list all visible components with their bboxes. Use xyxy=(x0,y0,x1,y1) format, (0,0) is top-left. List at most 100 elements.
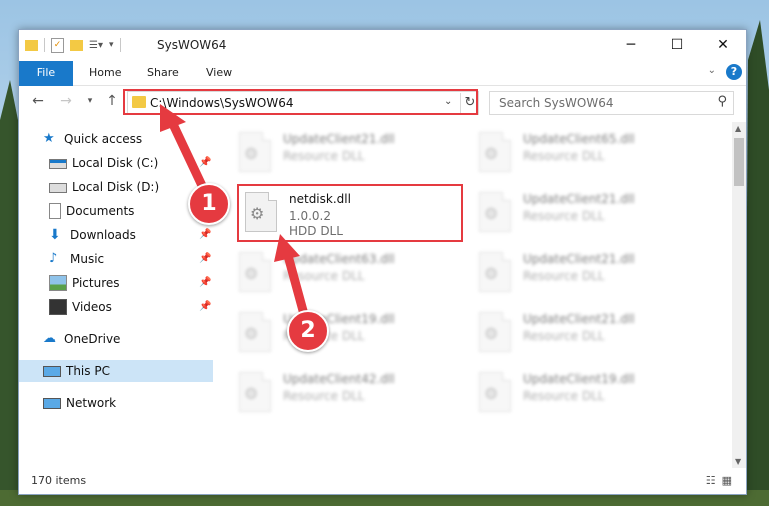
maximize-button[interactable]: ☐ xyxy=(654,30,700,60)
file-description: Resource DLL xyxy=(523,389,605,403)
sidebar-item-this-pc[interactable]: This PC xyxy=(19,360,213,382)
star-icon: ★ xyxy=(43,131,55,146)
file-name: UpdateClient21.dll xyxy=(523,252,635,266)
tab-home[interactable]: Home xyxy=(89,61,121,85)
vertical-scrollbar[interactable]: ▲ ▼ xyxy=(732,122,746,468)
gear-icon: ⚙ xyxy=(484,144,499,163)
item-count: 170 items xyxy=(31,474,87,487)
minimize-button[interactable]: ─ xyxy=(608,30,654,60)
sidebar-item-label: Music xyxy=(70,252,105,266)
toolbar-separator xyxy=(44,38,45,52)
search-placeholder: Search SysWOW64 xyxy=(499,96,614,110)
sidebar-item-onedrive[interactable]: ☁ OneDrive xyxy=(43,328,120,350)
file-name: UpdateClient19.dll xyxy=(523,372,635,386)
list-item[interactable]: ⚙ UpdateClient63.dll Resource DLL xyxy=(235,250,461,298)
sidebar-item-label: Pictures xyxy=(72,276,120,290)
chevron-down-icon[interactable]: ▾ xyxy=(109,40,114,50)
folder-icon[interactable] xyxy=(25,39,38,51)
sidebar-item-label: Quick access xyxy=(64,132,143,146)
callout-badge-two: 2 xyxy=(287,310,329,352)
pin-icon[interactable]: 📌 xyxy=(199,248,211,270)
sidebar-item-pictures[interactable]: Pictures 📌 xyxy=(49,272,211,294)
gear-icon: ⚙ xyxy=(484,264,499,283)
file-name: UpdateClient63.dll xyxy=(283,252,395,266)
search-input[interactable]: Search SysWOW64 ⚲ xyxy=(489,91,734,115)
sidebar-item-local-disk-c[interactable]: Local Disk (C:) 📌 xyxy=(49,152,211,174)
file-description: Resource DLL xyxy=(523,209,605,223)
scroll-up-icon[interactable]: ▲ xyxy=(735,124,741,133)
tab-share[interactable]: Share xyxy=(147,61,179,85)
pictures-icon xyxy=(49,275,67,291)
sidebar-item-label: OneDrive xyxy=(64,332,121,346)
download-icon: ⬇ xyxy=(49,227,61,243)
file-description: Resource DLL xyxy=(283,149,365,163)
scroll-down-icon[interactable]: ▼ xyxy=(735,457,741,466)
sidebar-item-label: Downloads xyxy=(70,228,136,242)
list-item[interactable]: ⚙ UpdateClient42.dll Resource DLL xyxy=(235,370,461,418)
new-folder-icon[interactable] xyxy=(70,39,83,51)
properties-icon[interactable]: ✓ xyxy=(51,37,64,53)
list-item[interactable]: ⚙ UpdateClient21.dll Resource DLL xyxy=(475,190,701,238)
help-icon[interactable]: ? xyxy=(726,64,742,80)
list-item[interactable]: ⚙ UpdateClient21.dll Resource DLL xyxy=(235,130,461,178)
view-toggle-icons[interactable]: ☷▦ xyxy=(706,474,738,487)
navigation-pane: ★ Quick access Local Disk (C:) 📌 Local D… xyxy=(19,122,213,468)
file-name: UpdateClient42.dll xyxy=(283,372,395,386)
sidebar-item-downloads[interactable]: ⬇ Downloads 📌 xyxy=(49,224,211,246)
toolbar-separator xyxy=(119,38,121,52)
sidebar-item-videos[interactable]: Videos 📌 xyxy=(49,296,211,318)
gear-icon: ⚙ xyxy=(484,204,499,223)
forward-arrow-icon[interactable]: → xyxy=(57,92,75,110)
gear-icon: ⚙ xyxy=(244,144,259,163)
window-controls: ─ ☐ ✕ xyxy=(608,30,746,60)
file-description: Resource DLL xyxy=(523,149,605,163)
file-description: Resource DLL xyxy=(283,389,365,403)
sidebar-item-label: Local Disk (C:) xyxy=(72,156,159,170)
file-description: Resource DLL xyxy=(523,269,605,283)
sidebar-item-music[interactable]: ♪ Music 📌 xyxy=(49,248,211,270)
file-highlight-box xyxy=(237,184,463,242)
window-title: SysWOW64 xyxy=(157,38,227,52)
list-item[interactable]: ⚙ UpdateClient21.dll Resource DLL xyxy=(475,250,701,298)
expand-ribbon-icon[interactable]: ⌄ xyxy=(708,65,716,76)
list-item[interactable]: ⚙ UpdateClient19.dll Resource DLL xyxy=(235,310,461,358)
network-icon xyxy=(43,398,61,409)
file-name: UpdateClient21.dll xyxy=(523,312,635,326)
scrollbar-thumb[interactable] xyxy=(734,138,744,186)
pin-icon[interactable]: 📌 xyxy=(199,272,211,294)
status-bar: 170 items ☷▦ xyxy=(19,470,746,492)
tab-view[interactable]: View xyxy=(206,61,232,85)
gear-icon: ⚙ xyxy=(244,324,259,343)
pin-icon[interactable]: 📌 xyxy=(199,224,211,246)
back-arrow-icon[interactable]: ← xyxy=(29,92,47,110)
videos-icon xyxy=(49,299,67,315)
sidebar-item-label: Videos xyxy=(72,300,112,314)
music-icon: ♪ xyxy=(49,251,58,266)
callout-badge-one: 1 xyxy=(188,183,230,225)
sidebar-item-quick-access[interactable]: ★ Quick access xyxy=(43,128,142,150)
drive-icon xyxy=(49,183,67,193)
pin-icon[interactable]: 📌 xyxy=(199,152,211,174)
customize-toolbar-icon[interactable]: ☰▾ xyxy=(89,40,103,51)
sidebar-item-network[interactable]: Network xyxy=(43,392,116,414)
sidebar-item-label: This PC xyxy=(66,364,110,378)
address-highlight-box xyxy=(123,89,478,115)
recent-locations-icon[interactable]: ▾ xyxy=(81,92,99,110)
file-list: ⚙ UpdateClient21.dll Resource DLL ⚙ Upda… xyxy=(215,122,732,468)
sidebar-item-documents[interactable]: Documents xyxy=(49,200,134,222)
gear-icon: ⚙ xyxy=(484,324,499,343)
title-bar: ✓ ☰▾ ▾ SysWOW64 ─ ☐ ✕ xyxy=(19,30,746,61)
list-item[interactable]: ⚙ UpdateClient65.dll Resource DLL xyxy=(475,130,701,178)
sidebar-item-local-disk-d[interactable]: Local Disk (D:) xyxy=(49,176,159,198)
documents-icon xyxy=(49,203,61,219)
search-icon[interactable]: ⚲ xyxy=(717,94,727,109)
file-name: UpdateClient65.dll xyxy=(523,132,635,146)
pin-icon[interactable]: 📌 xyxy=(199,296,211,318)
navigation-bar: ← → ▾ ↑ C:\Windows\SysWOW64 ⌄ ↻ Search S… xyxy=(19,86,746,118)
gear-icon: ⚙ xyxy=(244,264,259,283)
file-name: UpdateClient21.dll xyxy=(523,192,635,206)
close-button[interactable]: ✕ xyxy=(700,30,746,60)
list-item[interactable]: ⚙ UpdateClient19.dll Resource DLL xyxy=(475,370,701,418)
list-item[interactable]: ⚙ UpdateClient21.dll Resource DLL xyxy=(475,310,701,358)
up-arrow-icon[interactable]: ↑ xyxy=(103,92,121,110)
